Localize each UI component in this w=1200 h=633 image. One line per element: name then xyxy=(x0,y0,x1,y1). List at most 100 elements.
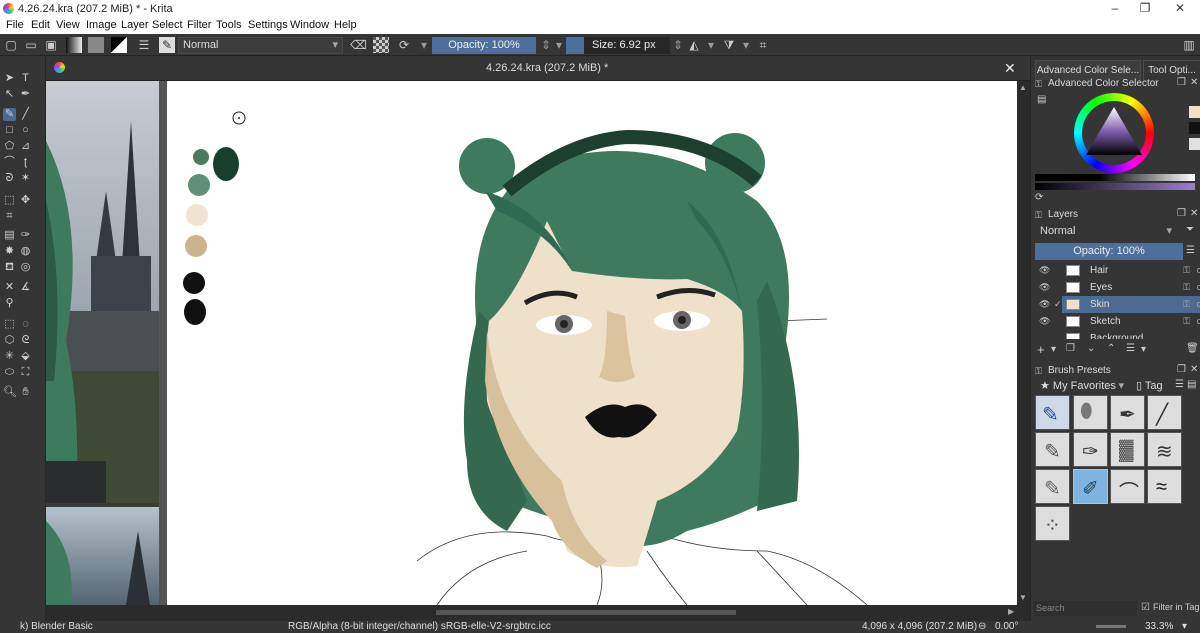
horizontal-scroll-thumb[interactable] xyxy=(436,610,736,615)
layer-row-sketch[interactable]: 👁︎ Sketch ⚿ α xyxy=(1039,313,1200,330)
lock-icon[interactable]: ⚿ xyxy=(1183,313,1190,330)
eye-icon[interactable]: 👁︎ xyxy=(1039,279,1051,296)
line-tool-icon[interactable]: ╱ xyxy=(19,108,32,121)
eye-icon[interactable]: 👁︎ xyxy=(1039,262,1051,279)
blend-mode-select[interactable]: Normal ▾ xyxy=(178,37,343,54)
close-panel-icon[interactable]: ✕ xyxy=(1190,77,1198,88)
zoom-level[interactable]: 33.3% xyxy=(1145,621,1173,632)
lock-icon[interactable]: ⚿ xyxy=(1183,262,1190,279)
freehand-path-icon[interactable]: ʈ xyxy=(19,156,32,169)
assistant-tool-icon[interactable]: ✕ xyxy=(3,281,16,294)
pan-tool-icon[interactable]: ✋︎ xyxy=(19,386,32,399)
smart-patch-icon[interactable]: ◍ xyxy=(19,245,32,258)
brush-preset[interactable]: ✎ xyxy=(1035,469,1070,504)
color-picker-icon[interactable]: ✑ xyxy=(19,229,32,242)
measure-tool-icon[interactable]: ∡ xyxy=(19,281,32,294)
lock-icon[interactable]: ⚿ xyxy=(1183,279,1190,296)
drawing-canvas[interactable] xyxy=(167,81,1017,605)
contiguous-select-icon[interactable]: ✳ xyxy=(3,350,16,363)
freehand-brush-icon[interactable]: ✎ xyxy=(3,108,16,121)
gradient-swatch[interactable] xyxy=(66,37,82,53)
chevron-down-icon[interactable]: ▾ xyxy=(738,37,754,53)
reference-image-icon[interactable]: ⚲ xyxy=(3,297,16,310)
enclose-fill-icon[interactable]: ◎ xyxy=(19,261,32,274)
refresh-icon[interactable]: ⟳ xyxy=(1035,192,1043,203)
layer-row-eyes[interactable]: 👁︎ Eyes ⚿ α xyxy=(1039,279,1200,296)
rotation-status[interactable]: 0.00° xyxy=(995,621,1018,632)
chevron-down-icon[interactable]: ▾ xyxy=(1141,344,1146,355)
opacity-slider[interactable]: Opacity: 100% xyxy=(432,37,536,54)
brush-settings-icon[interactable]: ☰ xyxy=(136,37,152,53)
color-selector-settings-icon[interactable]: ▤ xyxy=(1037,94,1046,105)
lock-icon[interactable]: ⚿ xyxy=(1183,296,1190,313)
move-layer-up-icon[interactable]: ⌃ xyxy=(1107,343,1115,354)
size-slider[interactable]: Size: 6.92 px xyxy=(584,37,670,54)
zoom-slider[interactable] xyxy=(1096,625,1126,628)
scroll-down-icon[interactable]: ▼ xyxy=(1019,593,1027,602)
chevron-down-icon[interactable]: ▾ xyxy=(416,37,432,53)
scroll-right-icon[interactable]: ▶ xyxy=(1008,607,1014,616)
polygon-tool-icon[interactable]: ⬠ xyxy=(3,140,16,153)
multibrush-icon[interactable]: ✶ xyxy=(19,172,32,185)
brush-preset[interactable]: ⬮ xyxy=(1073,395,1108,430)
mirror-vertical-icon[interactable]: ⧩ xyxy=(721,37,737,53)
alpha-lock-icon[interactable] xyxy=(373,37,389,53)
menu-window[interactable]: Window xyxy=(290,19,329,31)
transform-tool-icon[interactable]: ⬚ xyxy=(3,194,16,207)
scroll-up-icon[interactable]: ▲ xyxy=(1019,83,1027,92)
tag-button[interactable]: ▯ Tag xyxy=(1131,378,1173,395)
brush-preset[interactable]: ▓ xyxy=(1110,432,1145,467)
zoom-tool-icon[interactable]: 🔍︎ xyxy=(3,386,17,399)
document-tab-title[interactable]: 4.26.24.kra (207.2 MiB) * xyxy=(486,62,608,74)
brush-preset[interactable]: ✎ xyxy=(1035,395,1070,430)
minimize-button[interactable]: – xyxy=(1100,1,1130,17)
color-triangle[interactable] xyxy=(1084,105,1144,161)
colorize-mask-icon[interactable]: ✸ xyxy=(3,245,16,258)
layer-blend-mode-select[interactable]: Normal ▾ xyxy=(1035,223,1175,240)
delete-layer-icon[interactable]: 🗑︎ xyxy=(1186,343,1199,354)
value-slider[interactable] xyxy=(1035,174,1195,181)
menu-layer[interactable]: Layer xyxy=(121,19,149,31)
gradient-tool-icon[interactable]: ▤ xyxy=(3,229,16,242)
float-panel-icon[interactable]: ❐ xyxy=(1177,208,1186,219)
recent-color-swatch[interactable] xyxy=(1189,122,1200,134)
lock-icon[interactable]: ⚿ xyxy=(1035,79,1042,90)
saturation-slider[interactable] xyxy=(1035,183,1195,190)
similar-select-icon[interactable]: ⬙ xyxy=(19,350,32,363)
brush-preset-selected[interactable]: ✐ xyxy=(1073,469,1108,504)
move-layer-down-icon[interactable]: ⌄ xyxy=(1087,343,1095,354)
brush-preset[interactable]: ≋ xyxy=(1147,432,1182,467)
brush-preset[interactable]: ╱ xyxy=(1147,395,1182,430)
fg-bg-color-icon[interactable] xyxy=(111,37,127,53)
open-folder-icon[interactable]: ▭ xyxy=(23,37,39,53)
chevron-down-icon[interactable]: ▾ xyxy=(1182,621,1187,632)
polyline-tool-icon[interactable]: ⊿ xyxy=(19,140,32,153)
fill-tool-icon[interactable]: ⛾ xyxy=(3,261,16,274)
brush-preset[interactable]: ✎ xyxy=(1035,432,1070,467)
freehand-select-icon[interactable]: ᘓ xyxy=(19,334,32,347)
vertical-scrollbar[interactable]: ▲ ▼ xyxy=(1017,81,1030,605)
move-tool-icon[interactable]: ✥ xyxy=(19,194,32,207)
menu-edit[interactable]: Edit xyxy=(31,19,50,31)
text-tool-icon[interactable]: T xyxy=(19,72,32,85)
lock-icon[interactable]: ⚿ xyxy=(1035,210,1042,221)
ellipse-select-icon[interactable]: ◌ xyxy=(19,318,32,331)
calligraphy-icon[interactable]: ✒ xyxy=(19,88,32,101)
close-window-button[interactable]: ✕ xyxy=(1165,1,1195,17)
lock-icon[interactable]: ⚿ xyxy=(1035,366,1042,377)
reload-icon[interactable]: ⟳ xyxy=(396,37,412,53)
maximize-button[interactable]: ❐ xyxy=(1130,1,1160,17)
brush-preset[interactable]: ⁘ xyxy=(1035,506,1070,541)
reference-images[interactable] xyxy=(46,81,167,605)
pattern-swatch[interactable] xyxy=(88,37,104,53)
brush-settings-icon[interactable]: ☰ xyxy=(1175,379,1184,390)
close-panel-icon[interactable]: ✕ xyxy=(1190,364,1198,375)
menu-tools[interactable]: Tools xyxy=(216,19,242,31)
menu-filter[interactable]: Filter xyxy=(187,19,211,31)
crop-tool-icon[interactable]: ⌗ xyxy=(3,210,16,223)
brush-preset-icon[interactable]: ✎ xyxy=(159,37,175,53)
new-document-icon[interactable]: ▢ xyxy=(3,37,19,53)
brush-preset[interactable]: ✑ xyxy=(1073,432,1108,467)
bezier-tool-icon[interactable]: ⌒ xyxy=(3,156,16,169)
ellipse-tool-icon[interactable]: ○ xyxy=(19,124,32,137)
